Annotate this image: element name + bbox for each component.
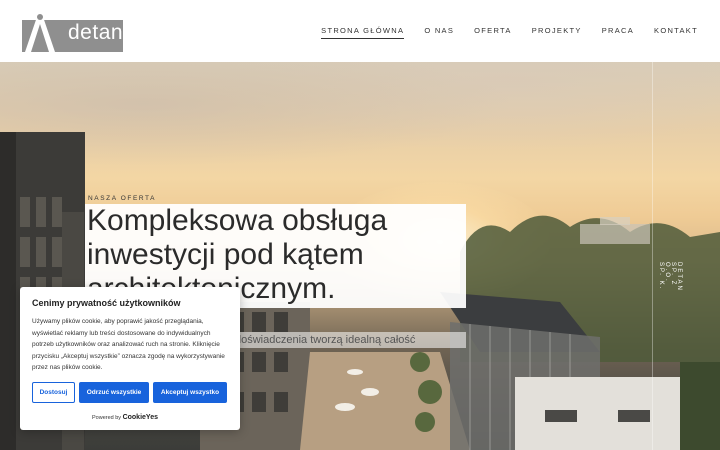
hero-kicker: NASZA OFERTA: [88, 195, 157, 202]
accept-all-button[interactable]: Akceptuj wszystko: [153, 382, 227, 403]
hero-vertical-line: [652, 62, 653, 450]
hero-side-text: DETAN SP. Z O.O. SP. K.: [658, 262, 682, 292]
logo[interactable]: detan: [22, 6, 123, 52]
hero-title-line-1: Kompleksowa obsługa: [87, 204, 388, 237]
powered-by-label: Powered by: [92, 415, 122, 421]
logo-text: detan: [68, 21, 124, 44]
cookieyes-logo: CookieYes: [122, 414, 158, 421]
cookie-title: Cenimy prywatność użytkowników: [32, 298, 181, 308]
hero-title-line-2: inwestycji pod kątem: [87, 238, 364, 271]
nav-item-home[interactable]: STRONA GŁÓWNA: [321, 26, 405, 39]
nav-item-offer[interactable]: OFERTA: [474, 26, 512, 39]
cookie-consent-dialog: Cenimy prywatność użytkowników Używamy p…: [20, 287, 240, 430]
customize-button[interactable]: Dostosuj: [32, 382, 75, 403]
nav-item-projects[interactable]: PROJEKTY: [532, 26, 582, 39]
cookie-description: Używamy plików cookie, aby poprawić jako…: [32, 318, 225, 371]
nav-item-careers[interactable]: PRACA: [602, 26, 634, 39]
reject-all-button[interactable]: Odrzuć wszystkie: [79, 382, 149, 403]
nav-item-contact[interactable]: KONTAKT: [654, 26, 698, 39]
main-nav: STRONA GŁÓWNA O NAS OFERTA PROJEKTY PRAC…: [301, 26, 698, 39]
powered-by[interactable]: Powered by CookieYes: [92, 414, 158, 421]
site-header: detan STRONA GŁÓWNA O NAS OFERTA PROJEKT…: [0, 0, 720, 62]
nav-item-about[interactable]: O NAS: [424, 26, 454, 39]
